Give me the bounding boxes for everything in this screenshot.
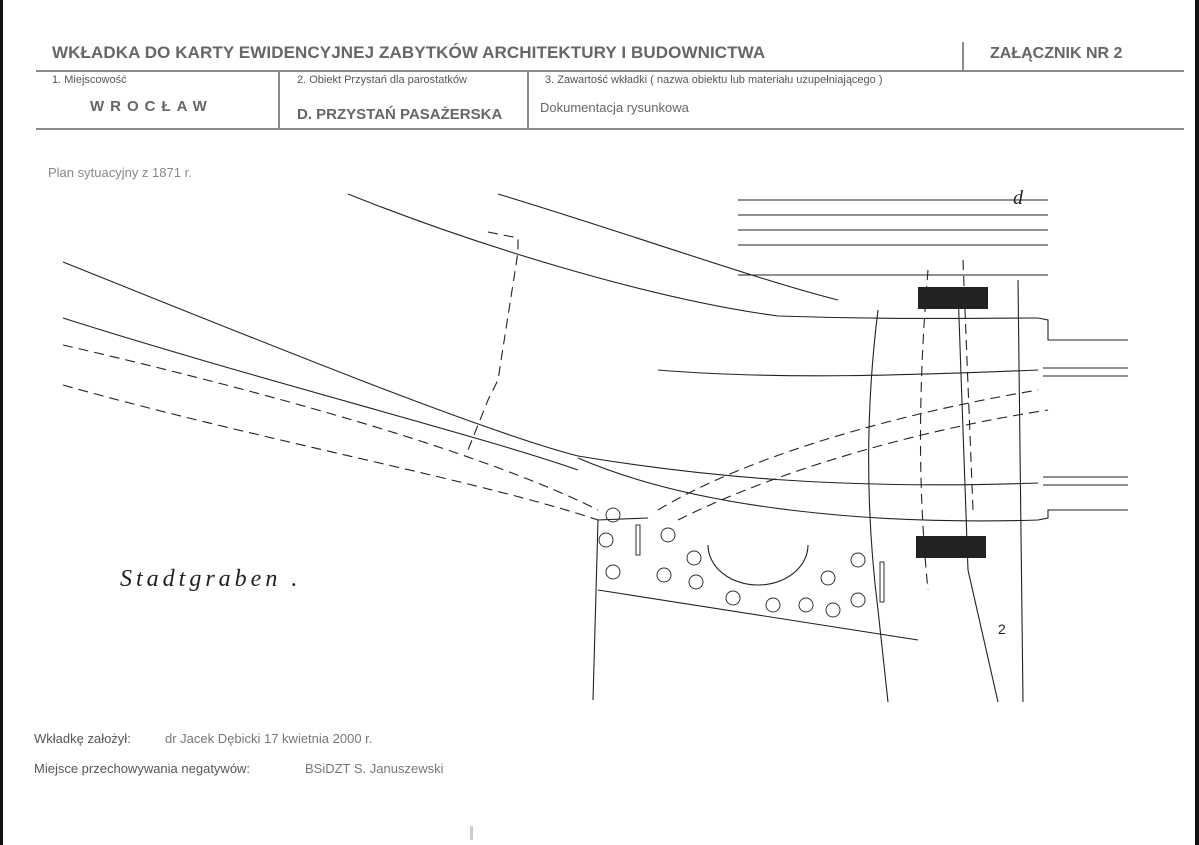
building-outlines	[738, 199, 1048, 276]
place-value: WROCŁAW	[90, 98, 213, 115]
road-edge-3	[1037, 509, 1128, 521]
dashed-old-bank-2	[62, 384, 599, 521]
canal-bank-lower	[62, 317, 579, 471]
tree-symbol	[688, 574, 704, 590]
bench-symbol	[879, 561, 885, 603]
place-label: 1. Miejscowość	[52, 74, 127, 86]
header-rule	[36, 70, 1184, 72]
bench-symbol	[635, 524, 641, 556]
road-marking-2	[1043, 476, 1128, 486]
site-plan: Stadtgraben . d 2	[58, 190, 1128, 702]
tree-symbol	[660, 527, 676, 543]
street-line-1	[867, 309, 889, 702]
field-divider-1	[278, 72, 280, 130]
header-divider	[962, 42, 964, 70]
created-by-label: Wkładkę założył:	[34, 731, 131, 746]
site-plan-drawing: Stadtgraben . d 2	[62, 190, 1128, 702]
tree-symbol	[798, 597, 814, 613]
scan-border-left	[0, 0, 3, 845]
road-edge-1	[657, 369, 1039, 377]
scan-artifact-mark	[470, 826, 473, 840]
field-divider-2	[527, 72, 529, 130]
canal-bank-upper	[62, 261, 1039, 486]
tree-symbol	[686, 550, 702, 566]
object-label: 2. Obiekt Przystań dla parostatków	[297, 74, 467, 86]
tree-symbol	[825, 602, 841, 618]
tree-symbol	[850, 592, 866, 608]
contents-value: Dokumentacja rysunkowa	[540, 100, 689, 115]
tree-symbol	[820, 570, 836, 586]
map-mark-letter: d	[1013, 190, 1024, 209]
park-boundary	[592, 517, 919, 701]
map-mark-number: 2	[998, 621, 1006, 637]
scan-border-right	[1195, 0, 1199, 845]
river-edge-north-2	[497, 193, 839, 301]
dashed-line-east-1	[657, 389, 1039, 511]
negatives-label: Miejsce przechowywania negatywów:	[34, 761, 251, 776]
hatched-block-south	[916, 536, 986, 558]
contents-label: 3. Zawartość wkładki ( nazwa obiektu lub…	[545, 74, 883, 86]
tree-symbol	[850, 552, 866, 568]
stadtgraben-label: Stadtgraben .	[120, 566, 301, 592]
dashed-old-bank-1	[62, 344, 599, 511]
object-value: D. PRZYSTAŃ PASAŻERSKA	[297, 106, 503, 123]
street-line-2	[957, 289, 999, 702]
road-edge-2	[1037, 317, 1128, 341]
tree-symbol	[598, 532, 614, 548]
road-marking-1	[1043, 367, 1128, 377]
park-crescent	[707, 544, 809, 586]
fields-rule	[36, 128, 1184, 130]
form-title: WKŁADKA DO KARTY EWIDENCYJNEJ ZABYTKÓW A…	[52, 43, 766, 62]
created-by-value: dr Jacek Dębicki 17 kwietnia 2000 r.	[165, 731, 373, 746]
attachment-number: ZAŁĄCZNIK NR 2	[990, 45, 1123, 62]
plan-caption: Plan sytuacyjny z 1871 r.	[48, 165, 192, 180]
tree-symbol	[765, 597, 781, 613]
tree-symbol	[656, 567, 672, 583]
tree-symbol	[725, 590, 741, 606]
dashed-structure-outline	[465, 231, 519, 456]
tree-symbol	[605, 564, 621, 580]
street-line-3	[1017, 279, 1024, 702]
dashed-line-east-2	[677, 409, 1049, 521]
hatched-block-north	[918, 287, 988, 309]
negatives-value: BSiDZT S. Januszewski	[305, 761, 444, 776]
embankment-line	[577, 457, 1039, 522]
